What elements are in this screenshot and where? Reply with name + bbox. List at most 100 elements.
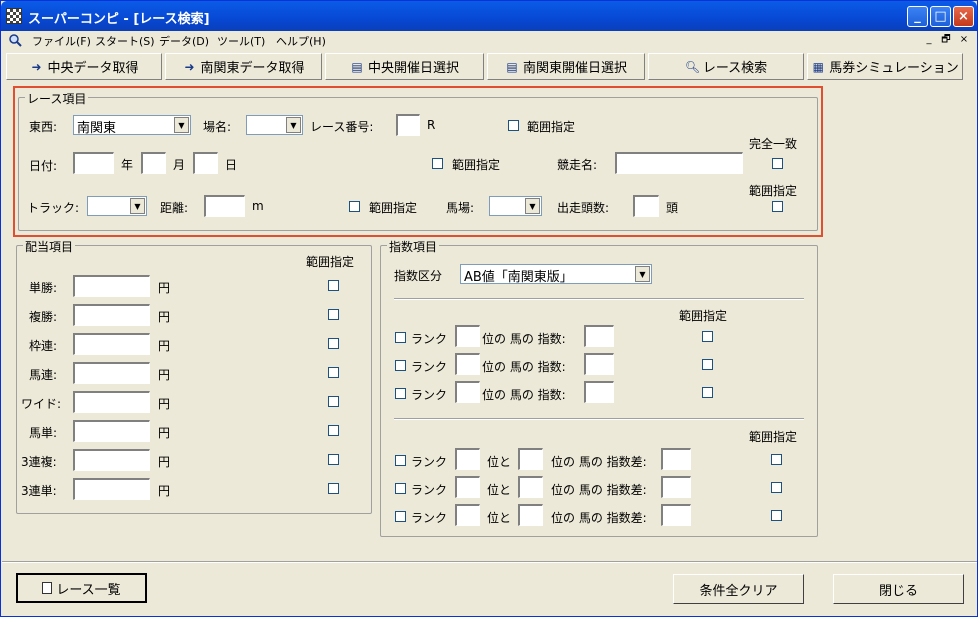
index-divider: [394, 298, 804, 300]
rank-a-input[interactable]: [455, 476, 480, 498]
day-input[interactable]: [193, 152, 218, 174]
rank-checkbox[interactable]: [395, 360, 406, 371]
distance-range-checkbox[interactable]: [349, 201, 360, 212]
runners-unit: 頭: [666, 201, 679, 215]
payout-amount-input[interactable]: [73, 420, 150, 442]
payout-range-header: 範囲指定: [306, 255, 355, 269]
pos-diff-label: 位の 馬の 指数差:: [551, 483, 647, 497]
payout-amount-input[interactable]: [73, 449, 150, 471]
month-input[interactable]: [141, 152, 166, 174]
venue-label: 場名:: [203, 120, 232, 134]
going-select[interactable]: ▼: [489, 196, 542, 216]
payout-range-checkbox[interactable]: [328, 367, 339, 378]
rank-label: ランク: [411, 455, 448, 469]
payout-range-checkbox[interactable]: [328, 396, 339, 407]
menu-tools[interactable]: ツール(T): [217, 33, 265, 49]
race-name-input[interactable]: [615, 152, 743, 174]
menu-data[interactable]: データ(D): [159, 33, 209, 49]
distance-input[interactable]: [204, 195, 245, 217]
app-icon: [6, 8, 22, 24]
pos-diff-label: 位の 馬の 指数差:: [551, 511, 647, 525]
payout-range-checkbox[interactable]: [328, 483, 339, 494]
rank-checkbox[interactable]: [395, 511, 406, 522]
year-input[interactable]: [73, 152, 114, 174]
mdi-restore-button[interactable]: 🗗: [939, 34, 953, 47]
rank-input[interactable]: [455, 381, 480, 403]
rank-checkbox[interactable]: [395, 455, 406, 466]
index-diff-input[interactable]: [661, 504, 691, 526]
rank-b-input[interactable]: [518, 476, 543, 498]
payout-amount-input[interactable]: [73, 333, 150, 355]
index-diff-range-checkbox[interactable]: [771, 482, 782, 493]
payout-row-label: 3連単:: [21, 484, 57, 498]
rank-label: ランク: [411, 388, 448, 402]
minami-fetch-button[interactable]: ➜ 南関東データ取得: [165, 53, 322, 80]
rank-a-input[interactable]: [455, 504, 480, 526]
pos-and-label: 位と: [487, 483, 512, 497]
payout-range-checkbox[interactable]: [328, 309, 339, 320]
payout-range-checkbox[interactable]: [328, 454, 339, 465]
central-fetch-button[interactable]: ➜ 中央データ取得: [6, 53, 162, 80]
rank-checkbox[interactable]: [395, 483, 406, 494]
index-range-checkbox[interactable]: [702, 359, 713, 370]
index-diff-range-checkbox[interactable]: [771, 454, 782, 465]
clear-all-button[interactable]: 条件全クリア: [673, 574, 804, 604]
east-west-select[interactable]: 南関東 ▼: [73, 115, 191, 135]
index-value-input[interactable]: [584, 353, 614, 375]
payout-amount-input[interactable]: [73, 304, 150, 326]
index-range-checkbox[interactable]: [702, 331, 713, 342]
index-diff-range-checkbox[interactable]: [771, 510, 782, 521]
rank-checkbox[interactable]: [395, 388, 406, 399]
rank-checkbox[interactable]: [395, 332, 406, 343]
index-diff-input[interactable]: [661, 476, 691, 498]
race-no-label: レース番号:: [310, 120, 374, 134]
payout-row-label: 3連複:: [21, 455, 57, 469]
date-range-checkbox[interactable]: [432, 158, 443, 169]
search-icon: 🔍︎: [684, 59, 701, 74]
payout-amount-input[interactable]: [73, 391, 150, 413]
footer-divider: [2, 561, 977, 563]
rank-input[interactable]: [455, 325, 480, 347]
menu-bar: ファイル(F) スタート(S) データ(D) ツール(T) ヘルプ(H) _ 🗗…: [2, 31, 977, 49]
race-no-input[interactable]: [396, 114, 420, 136]
index-diff-input[interactable]: [661, 448, 691, 470]
payout-amount-input[interactable]: [73, 478, 150, 500]
payout-amount-input[interactable]: [73, 362, 150, 384]
menu-start[interactable]: スタート(S): [95, 33, 155, 49]
ticket-sim-button[interactable]: ▦ 馬券シミュレーション: [807, 53, 963, 80]
venue-select[interactable]: ▼: [246, 115, 303, 135]
maximize-button[interactable]: □: [930, 6, 951, 27]
pos-index-label: 位の 馬の 指数:: [482, 360, 566, 374]
menu-file[interactable]: ファイル(F): [32, 33, 91, 49]
arrow-right-icon: ➜: [31, 59, 42, 74]
rank-b-input[interactable]: [518, 504, 543, 526]
runners-range-checkbox[interactable]: [772, 201, 783, 212]
index-value-input[interactable]: [584, 325, 614, 347]
payout-range-checkbox[interactable]: [328, 425, 339, 436]
mdi-close-button[interactable]: ×: [957, 34, 971, 47]
index-range-checkbox[interactable]: [702, 387, 713, 398]
payout-range-checkbox[interactable]: [328, 280, 339, 291]
minami-date-button[interactable]: ▤ 南関東開催日選択: [487, 53, 645, 80]
race-no-range-checkbox[interactable]: [508, 120, 519, 131]
central-date-button[interactable]: ▤ 中央開催日選択: [325, 53, 484, 80]
payout-amount-input[interactable]: [73, 275, 150, 297]
payout-yen-unit: 円: [158, 368, 171, 382]
rank-b-input[interactable]: [518, 448, 543, 470]
index-type-select[interactable]: AB値「南関東版」 ▼: [460, 264, 652, 284]
runners-input[interactable]: [633, 195, 659, 217]
mdi-minimize-button[interactable]: _: [922, 34, 936, 47]
race-list-button[interactable]: レース一覧: [16, 573, 147, 603]
payout-range-checkbox[interactable]: [328, 338, 339, 349]
track-select[interactable]: ▼: [87, 196, 147, 216]
close-window-button[interactable]: ×: [953, 6, 974, 27]
exact-match-checkbox[interactable]: [772, 158, 783, 169]
close-button[interactable]: 閉じる: [833, 574, 964, 604]
rank-a-input[interactable]: [455, 448, 480, 470]
menu-help[interactable]: ヘルプ(H): [276, 33, 326, 49]
index-value-input[interactable]: [584, 381, 614, 403]
minimize-button[interactable]: _: [907, 6, 928, 27]
title-bar[interactable]: スーパーコンピ - [レース検索] _ □ ×: [1, 1, 977, 31]
rank-input[interactable]: [455, 353, 480, 375]
race-search-button[interactable]: 🔍︎ レース検索: [648, 53, 804, 80]
